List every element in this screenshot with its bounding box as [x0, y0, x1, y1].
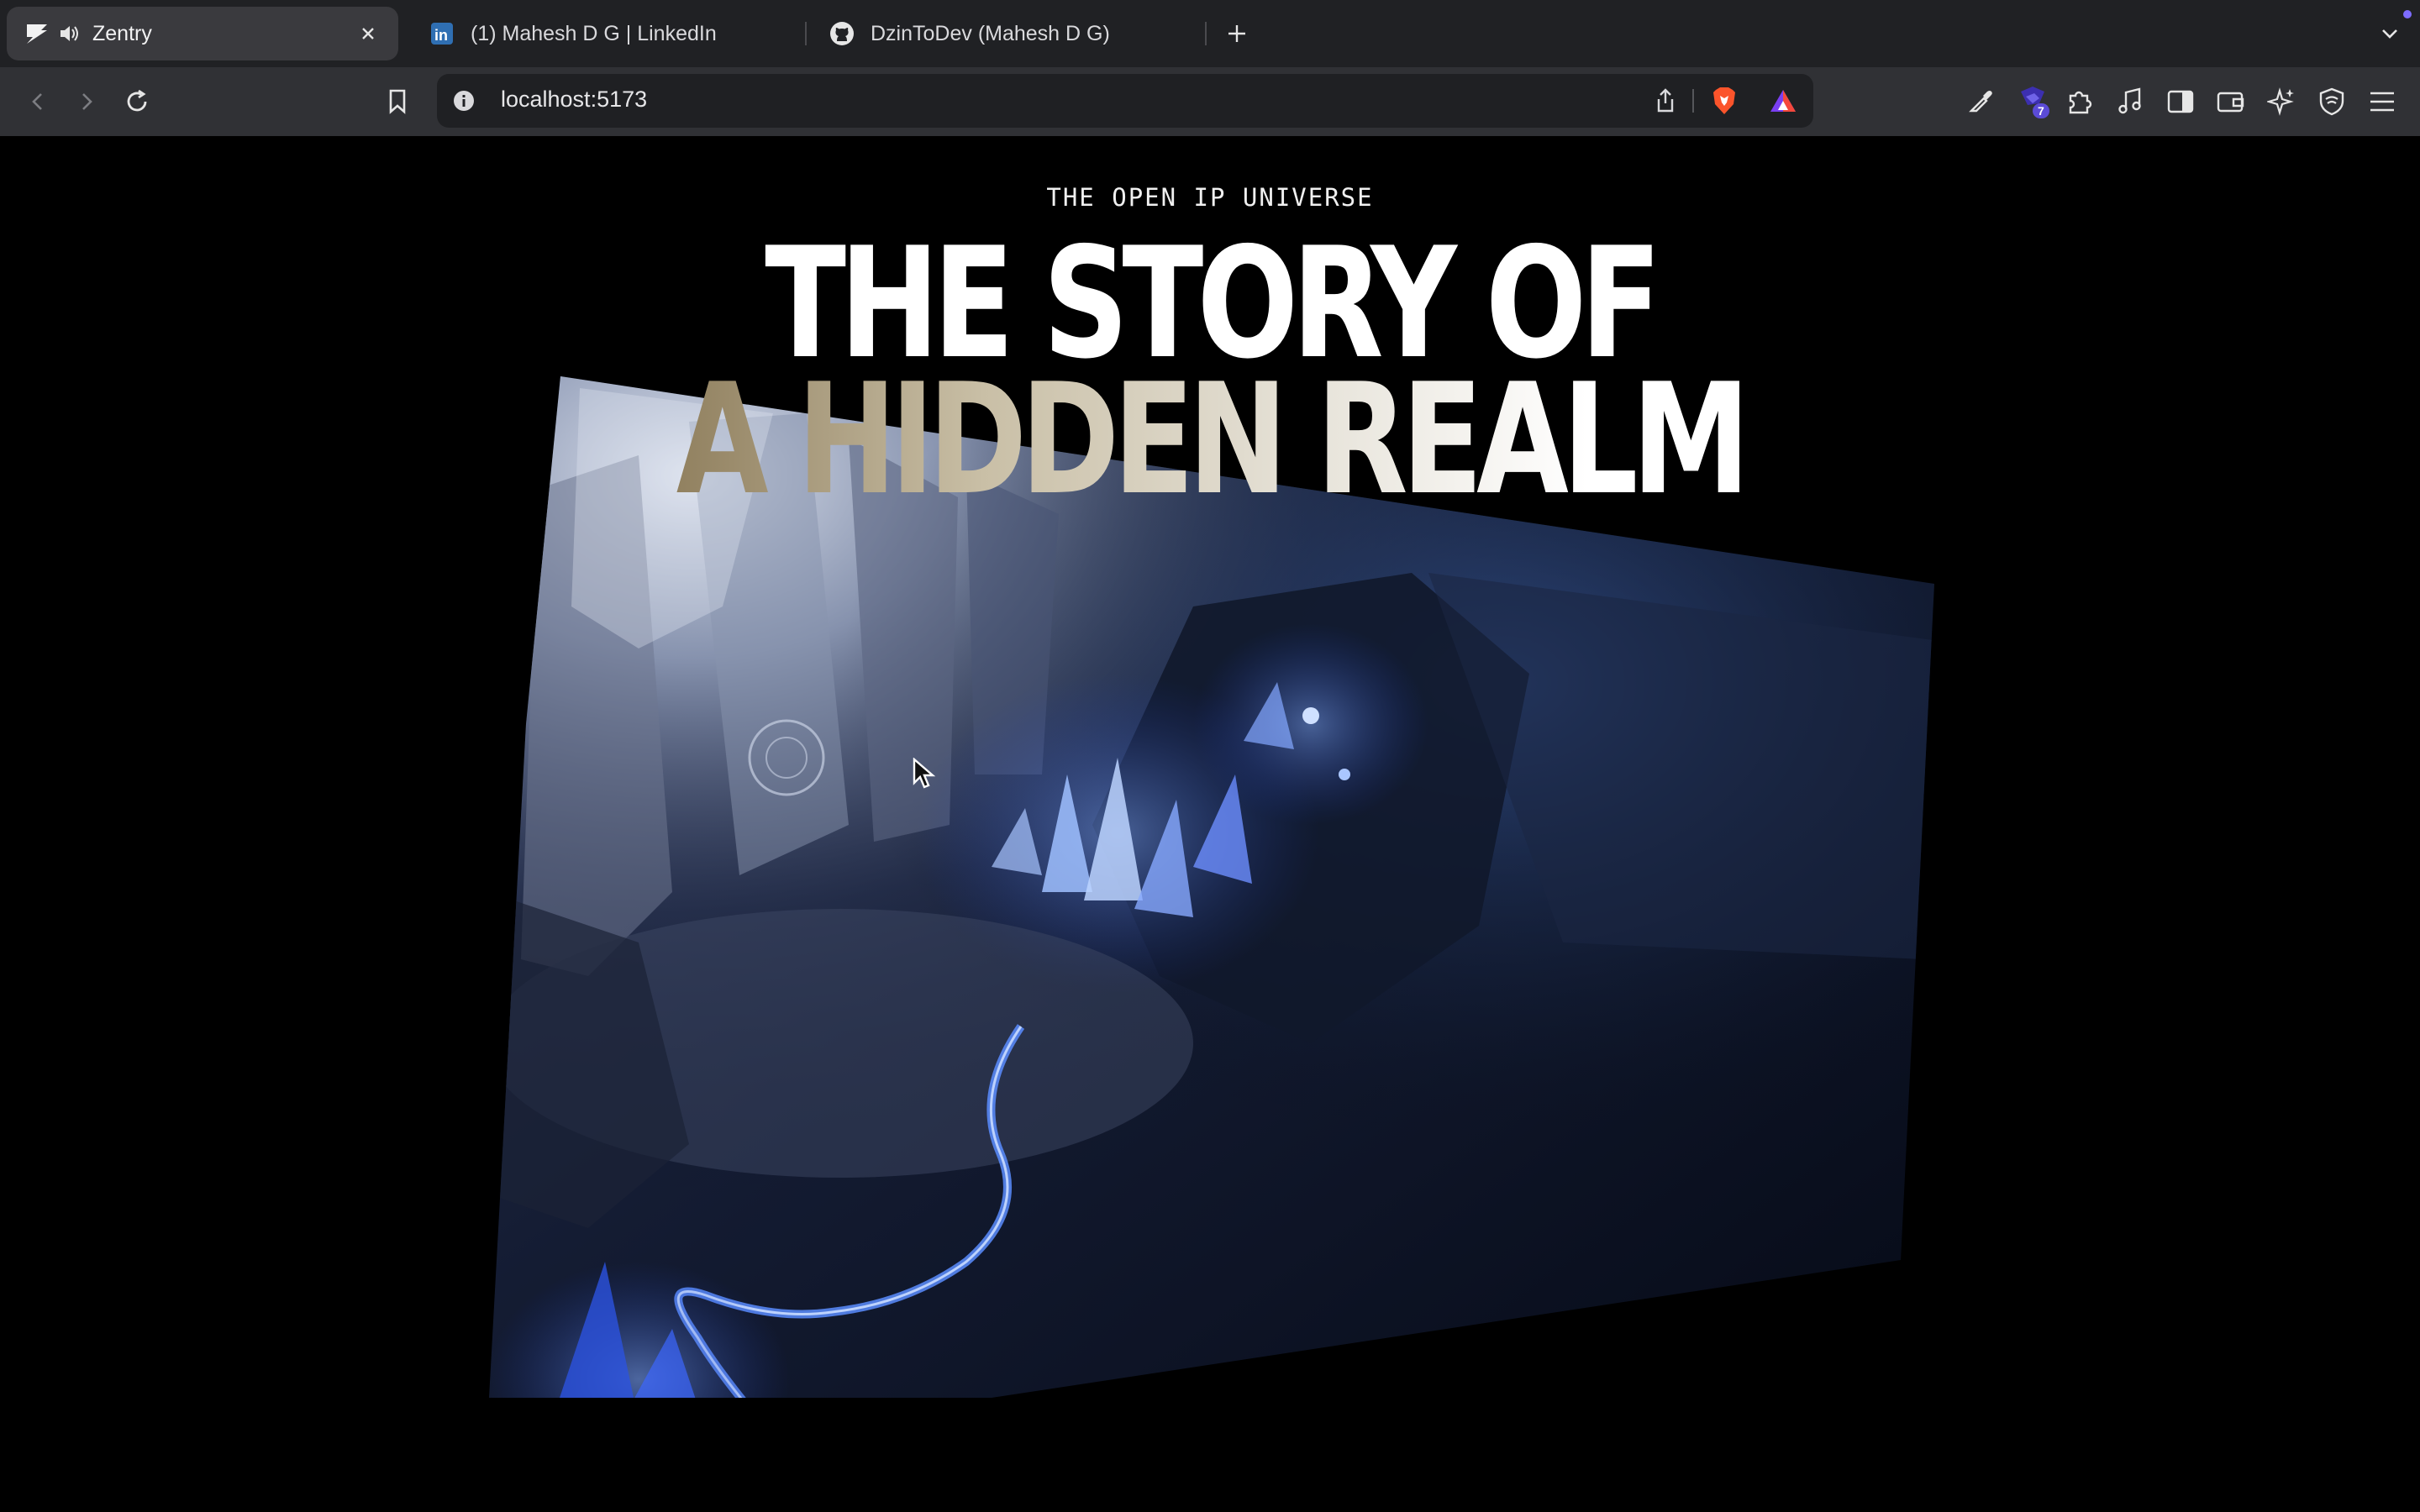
extension-badge-icon[interactable]: 7: [2013, 82, 2052, 121]
forward-button[interactable]: [67, 82, 106, 121]
leo-ai-icon[interactable]: [2262, 82, 2301, 121]
github-icon: [829, 20, 855, 47]
vpn-shield-icon[interactable]: [2312, 82, 2351, 121]
mouse-cursor-icon: [913, 757, 936, 795]
svg-text:in: in: [434, 27, 448, 44]
zentry-logo-icon: [24, 20, 50, 47]
notification-dot: [2403, 10, 2412, 18]
address-bar[interactable]: localhost:5173: [437, 74, 1813, 128]
extension-badge-count: 7: [2038, 104, 2044, 118]
back-button[interactable]: [18, 82, 57, 121]
headline-line-2: A HIDDEN REALM: [266, 363, 2154, 516]
tab-zentry[interactable]: Zentry: [7, 7, 398, 60]
bookmark-icon[interactable]: [378, 82, 417, 121]
tab-linkedin[interactable]: in (1) Mahesh D G | LinkedIn: [412, 7, 798, 60]
tab-strip: Zentry in (1) Mahesh D G | LinkedIn Dzin…: [0, 0, 2420, 67]
sidebar-toggle-icon[interactable]: [2161, 82, 2200, 121]
reload-button[interactable]: [118, 82, 156, 121]
new-tab-button[interactable]: [1220, 17, 1254, 50]
address-divider: [1692, 89, 1694, 113]
wallet-icon[interactable]: [2212, 82, 2250, 121]
media-music-icon[interactable]: [2111, 82, 2149, 121]
menu-icon[interactable]: [2363, 82, 2402, 121]
site-info-icon[interactable]: [445, 82, 482, 119]
hero-headline: THE STORY OF A HIDDEN REALM: [266, 227, 2154, 516]
tab-title: DzinToDev (Mahesh D G): [871, 21, 1110, 45]
brave-rewards-icon[interactable]: [1765, 82, 1802, 119]
extensions-puzzle-icon[interactable]: [2060, 82, 2099, 121]
close-tab-icon[interactable]: [353, 18, 383, 49]
speaker-icon[interactable]: [55, 20, 82, 47]
tab-title: (1) Mahesh D G | LinkedIn: [471, 21, 717, 45]
tab-divider: [1205, 22, 1207, 45]
linkedin-icon: in: [429, 20, 455, 47]
share-icon[interactable]: [1647, 82, 1684, 119]
brave-shields-icon[interactable]: [1706, 82, 1743, 119]
tab-search-chevron-icon[interactable]: [2373, 17, 2407, 50]
tab-divider: [805, 22, 807, 45]
tab-title: Zentry: [92, 21, 152, 45]
hero-section: THE OPEN IP UNIVERSE THE STORY OF A HIDD…: [0, 136, 2420, 1512]
url-text[interactable]: localhost:5173: [501, 87, 647, 113]
eyedropper-icon[interactable]: [1961, 82, 2000, 121]
tab-github[interactable]: DzinToDev (Mahesh D G): [812, 7, 1198, 60]
hero-kicker: THE OPEN IP UNIVERSE: [1046, 183, 1374, 212]
